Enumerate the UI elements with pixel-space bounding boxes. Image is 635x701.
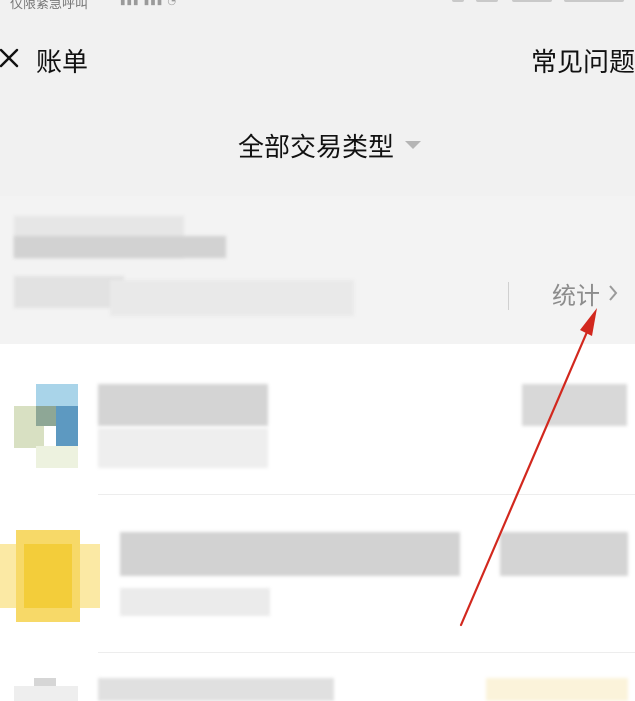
faq-link[interactable]: 常见问题 (531, 42, 635, 79)
close-icon[interactable] (0, 47, 20, 69)
expense-label-redacted (14, 276, 124, 308)
item-title-redacted (98, 678, 334, 701)
alarm-icon (452, 0, 464, 2)
item-subtitle-redacted (98, 428, 268, 468)
item-title-redacted (98, 384, 268, 426)
avatar (14, 384, 78, 468)
status-emergency-text: 仅限紧急呼叫 (10, 0, 89, 12)
month-value-redacted (14, 236, 226, 258)
item-amount-redacted (500, 532, 628, 576)
signal-icon: ▮▮▮ ▮▮▮ ◔ (120, 0, 178, 7)
summary-divider (508, 282, 509, 310)
transaction-type-label: 全部交易类型 (238, 132, 395, 163)
battery-icon (512, 0, 552, 2)
item-subtitle-redacted (120, 588, 270, 616)
transaction-type-dropdown[interactable]: 全部交易类型 (238, 128, 422, 163)
row-divider (98, 652, 635, 653)
status-icons (452, 0, 632, 6)
bill-page: 仅限紧急呼叫 ▮▮▮ ▮▮▮ ◔ 账单 常见问题 全部交易类型 统计 (0, 0, 635, 701)
monthly-summary: 统计 (0, 196, 635, 344)
statistics-link[interactable]: 统计 (552, 276, 618, 310)
chevron-down-icon (405, 141, 422, 149)
statistics-label: 统计 (552, 281, 600, 310)
transaction-item[interactable] (0, 664, 635, 701)
page-title: 账单 (36, 48, 89, 78)
chevron-right-icon (609, 285, 618, 301)
data-icon (476, 0, 498, 2)
avatar (0, 530, 100, 622)
clock-text (564, 0, 624, 2)
expense-value-redacted (110, 280, 354, 316)
transaction-item[interactable] (0, 344, 635, 504)
transaction-item[interactable] (0, 504, 635, 664)
item-amount-redacted (486, 678, 628, 701)
item-amount-redacted (522, 384, 627, 426)
avatar (14, 678, 78, 701)
transaction-list (0, 344, 635, 701)
filter-bar: 全部交易类型 (0, 98, 635, 196)
row-divider (98, 494, 635, 495)
item-title-redacted (120, 532, 460, 576)
status-bar: 仅限紧急呼叫 ▮▮▮ ▮▮▮ ◔ (0, 0, 635, 14)
header: 账单 常见问题 (0, 14, 635, 98)
